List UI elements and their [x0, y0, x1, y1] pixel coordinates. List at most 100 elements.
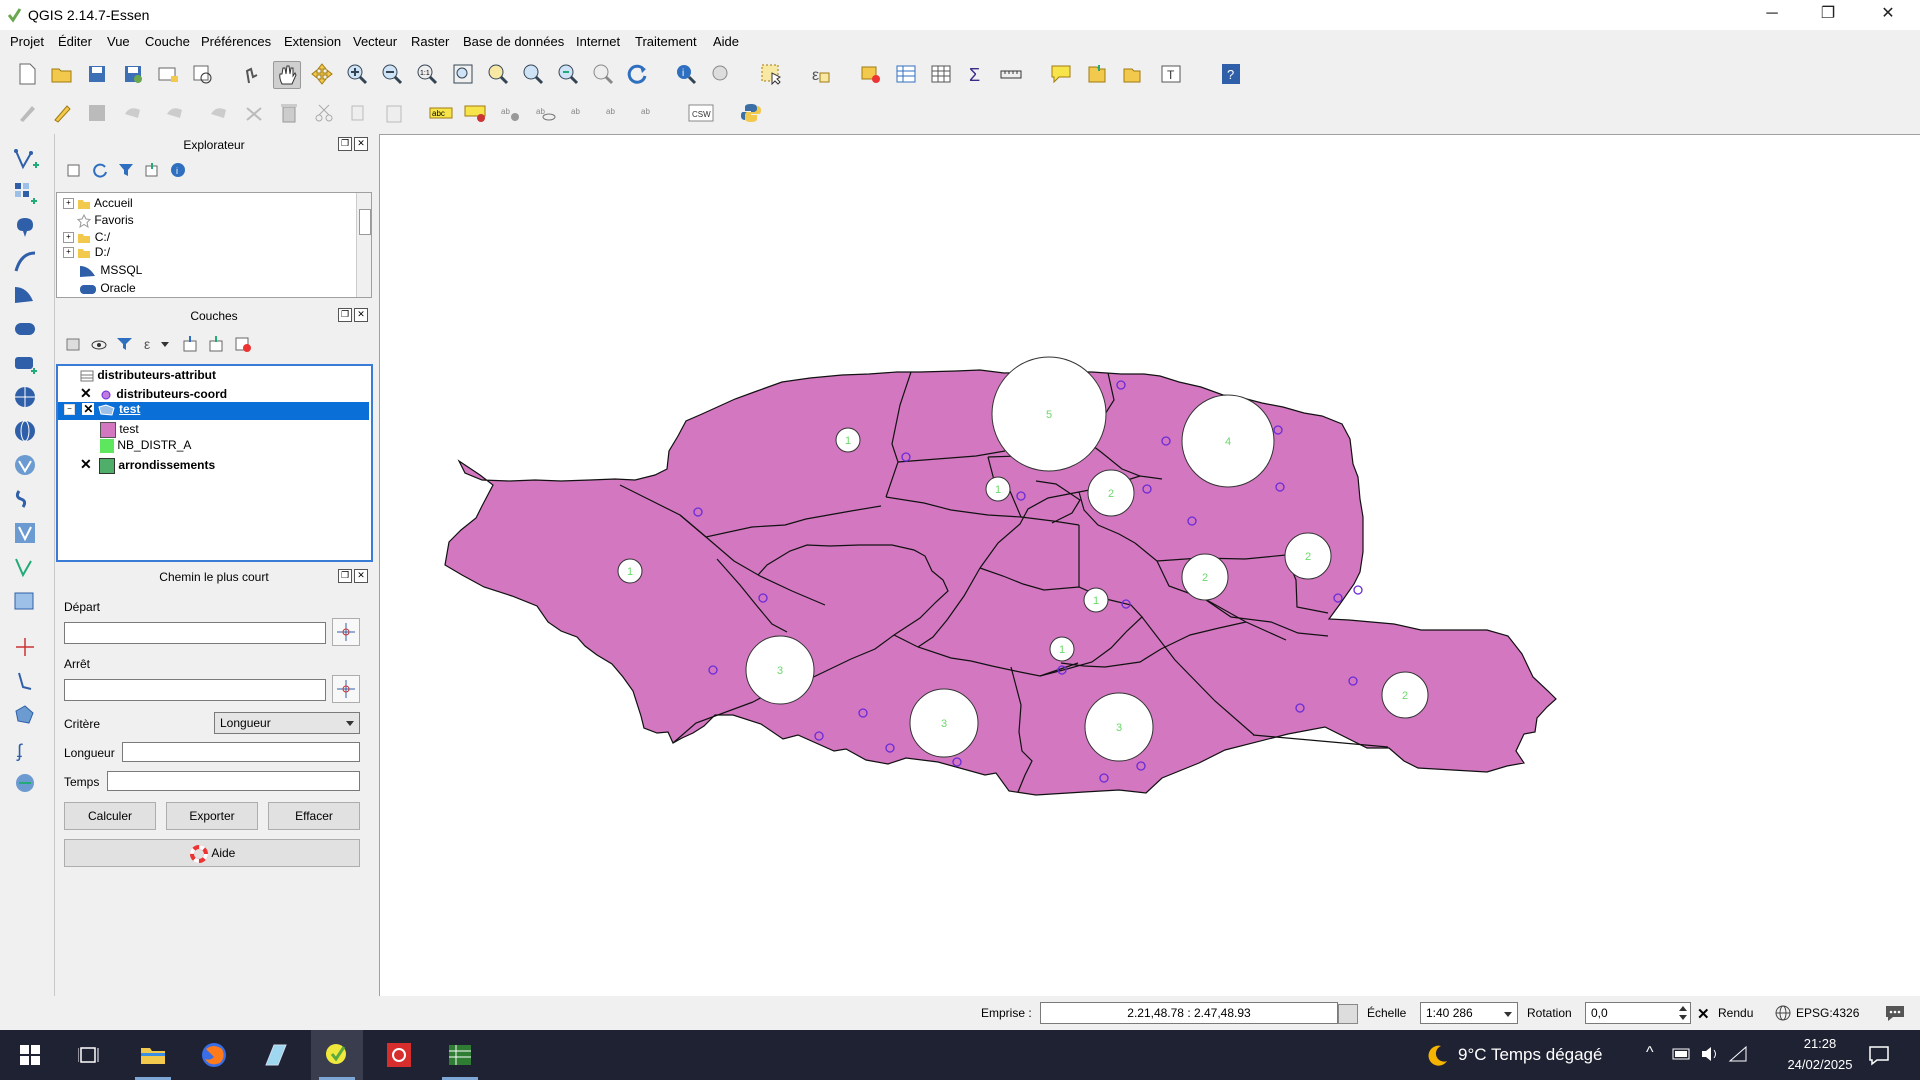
csw-icon[interactable]: CSW: [688, 100, 714, 126]
layer-labeling-icon[interactable]: [463, 100, 489, 126]
spreadsheet-app-button[interactable]: [434, 1030, 486, 1080]
collapse-all-icon[interactable]: [208, 335, 226, 353]
browser-scrollbar[interactable]: [356, 193, 371, 297]
dropdown-arrow-icon[interactable]: [160, 339, 170, 349]
scale-combo[interactable]: 1:40 286: [1420, 1002, 1518, 1024]
collapse-all-icon[interactable]: [144, 162, 160, 178]
georeferencer-icon[interactable]: [12, 770, 40, 798]
menu-editer[interactable]: Éditer: [58, 34, 92, 49]
add-oracle-layer-icon[interactable]: [12, 316, 40, 344]
zoom-to-selection-icon[interactable]: [485, 61, 511, 87]
sum-icon[interactable]: Σ: [963, 61, 989, 87]
move-feature-icon[interactable]: [162, 100, 188, 126]
rotation-field[interactable]: 0,0: [1585, 1002, 1691, 1024]
paste-features-icon[interactable]: [381, 100, 407, 126]
extent-field[interactable]: 2.21,48.78 : 2.47,48.93: [1040, 1002, 1338, 1024]
digitize-line-icon[interactable]: [12, 668, 40, 696]
crs-label[interactable]: EPSG:4326: [1796, 1006, 1859, 1020]
start-capture-button[interactable]: [332, 618, 360, 646]
measure-icon[interactable]: [998, 61, 1024, 87]
show-hide-labels-icon[interactable]: ab: [533, 100, 559, 126]
select-by-expression-icon[interactable]: ε: [808, 61, 834, 87]
rotate-label-icon[interactable]: ab: [603, 100, 629, 126]
digitize-point-icon[interactable]: [12, 634, 40, 662]
toggle-editing-icon[interactable]: [49, 100, 75, 126]
settings-app-button[interactable]: [373, 1030, 425, 1080]
expand-icon[interactable]: +: [63, 232, 74, 244]
messages-icon[interactable]: [1884, 1003, 1906, 1023]
node-tool-icon[interactable]: [206, 100, 232, 126]
notifications-icon[interactable]: [1868, 1044, 1890, 1066]
add-mssql-layer-icon[interactable]: [12, 282, 40, 310]
style-manager-icon[interactable]: [64, 335, 82, 353]
open-project-icon[interactable]: [49, 61, 75, 87]
stop-field[interactable]: [64, 679, 326, 701]
volume-icon[interactable]: [1700, 1045, 1720, 1063]
menu-internet[interactable]: Internet: [576, 34, 620, 49]
close-panel-icon[interactable]: ✕: [354, 137, 368, 151]
menu-raster[interactable]: Raster: [411, 34, 449, 49]
start-field[interactable]: [64, 622, 326, 644]
task-view-button[interactable]: [64, 1030, 116, 1080]
add-db2-layer-icon[interactable]: [12, 350, 40, 378]
browser-item-favoris[interactable]: Favoris: [76, 213, 134, 230]
add-selected-layers-icon[interactable]: [66, 162, 82, 178]
show-hidden-icons-icon[interactable]: ^: [1646, 1044, 1654, 1062]
menu-couche[interactable]: Couche: [145, 34, 190, 49]
copy-features-icon[interactable]: [346, 100, 372, 126]
menu-traitement[interactable]: Traitement: [635, 34, 697, 49]
export-button[interactable]: Exporter: [166, 802, 258, 830]
float-panel-icon[interactable]: ❐: [338, 137, 352, 151]
action-run-icon[interactable]: [708, 61, 734, 87]
filter-expression-icon[interactable]: ε: [142, 335, 160, 353]
add-wms-layer-icon[interactable]: [12, 384, 40, 412]
battery-icon[interactable]: [1672, 1046, 1692, 1062]
identify-icon[interactable]: i: [673, 61, 699, 87]
add-raster-layer-icon[interactable]: [12, 180, 40, 208]
expand-all-icon[interactable]: [182, 335, 200, 353]
spinner-arrows-icon[interactable]: [1678, 1004, 1688, 1022]
float-panel-icon[interactable]: ❐: [338, 569, 352, 583]
expand-icon[interactable]: +: [63, 198, 74, 210]
move-label-icon[interactable]: ab: [568, 100, 594, 126]
menu-projet[interactable]: Projet: [10, 34, 44, 49]
statistics-icon[interactable]: [928, 61, 954, 87]
save-project-icon[interactable]: [84, 61, 110, 87]
trash-icon[interactable]: [276, 100, 302, 126]
print-composer-icon[interactable]: [155, 61, 181, 87]
close-panel-icon[interactable]: ✕: [354, 308, 368, 322]
select-features-icon[interactable]: [758, 61, 784, 87]
current-edits-icon[interactable]: [14, 100, 40, 126]
touch-icon[interactable]: [238, 61, 264, 87]
pan-hand-icon[interactable]: [273, 61, 301, 89]
cut-features-icon[interactable]: [311, 100, 337, 126]
file-explorer-button[interactable]: [127, 1030, 179, 1080]
add-wcs-layer-icon[interactable]: [12, 418, 40, 446]
time-field[interactable]: [107, 771, 360, 791]
checked-icon[interactable]: ✕: [80, 456, 92, 472]
pin-labels-icon[interactable]: ab: [498, 100, 524, 126]
qgis-taskbar-button[interactable]: [311, 1030, 363, 1080]
clock-date[interactable]: 24/02/2025: [1770, 1057, 1870, 1072]
float-panel-icon[interactable]: ❐: [338, 308, 352, 322]
clear-button[interactable]: Effacer: [268, 802, 360, 830]
remove-layer-icon[interactable]: [234, 335, 252, 353]
maximize-button[interactable]: ❐: [1800, 0, 1856, 30]
stop-capture-button[interactable]: [332, 675, 360, 703]
python-console-icon[interactable]: [738, 100, 764, 126]
notes-app-button[interactable]: [250, 1030, 302, 1080]
attribute-table-icon[interactable]: [893, 61, 919, 87]
layer-arrondissements[interactable]: ✕ arrondissements: [80, 456, 215, 474]
close-panel-icon[interactable]: ✕: [354, 569, 368, 583]
checked-icon[interactable]: ✕: [82, 403, 95, 415]
toggle-extent-icon[interactable]: [1338, 1004, 1358, 1024]
browser-item-accueil[interactable]: + Accueil: [63, 196, 133, 213]
new-shapefile-icon[interactable]: [12, 554, 40, 582]
menu-base-de-donnees[interactable]: Base de données: [463, 34, 564, 49]
criterion-select[interactable]: Longueur: [214, 712, 360, 734]
new-bookmark-icon[interactable]: [1083, 61, 1109, 87]
clock-time[interactable]: 21:28: [1790, 1036, 1850, 1051]
pan-to-selection-icon[interactable]: [309, 61, 335, 87]
zoom-in-icon[interactable]: [344, 61, 370, 87]
add-feature-icon[interactable]: [120, 100, 146, 126]
